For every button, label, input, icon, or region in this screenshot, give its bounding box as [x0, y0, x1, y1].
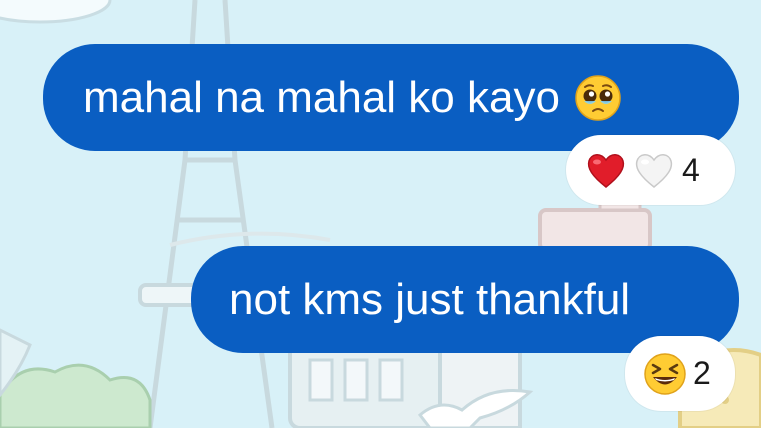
- red-heart-icon: [587, 154, 625, 188]
- message-reactions[interactable]: 2: [625, 336, 735, 411]
- white-heart-icon: [635, 154, 673, 188]
- message-text: not kms just thankful: [229, 274, 631, 324]
- message-text: mahal na mahal ko kayo: [83, 72, 560, 122]
- message-reactions[interactable]: 4: [566, 135, 735, 205]
- pleading-face-icon: [575, 74, 621, 121]
- grinning-squinting-face-icon: [644, 352, 686, 395]
- reaction-count: 4: [682, 151, 700, 188]
- reaction-count: 2: [693, 355, 711, 391]
